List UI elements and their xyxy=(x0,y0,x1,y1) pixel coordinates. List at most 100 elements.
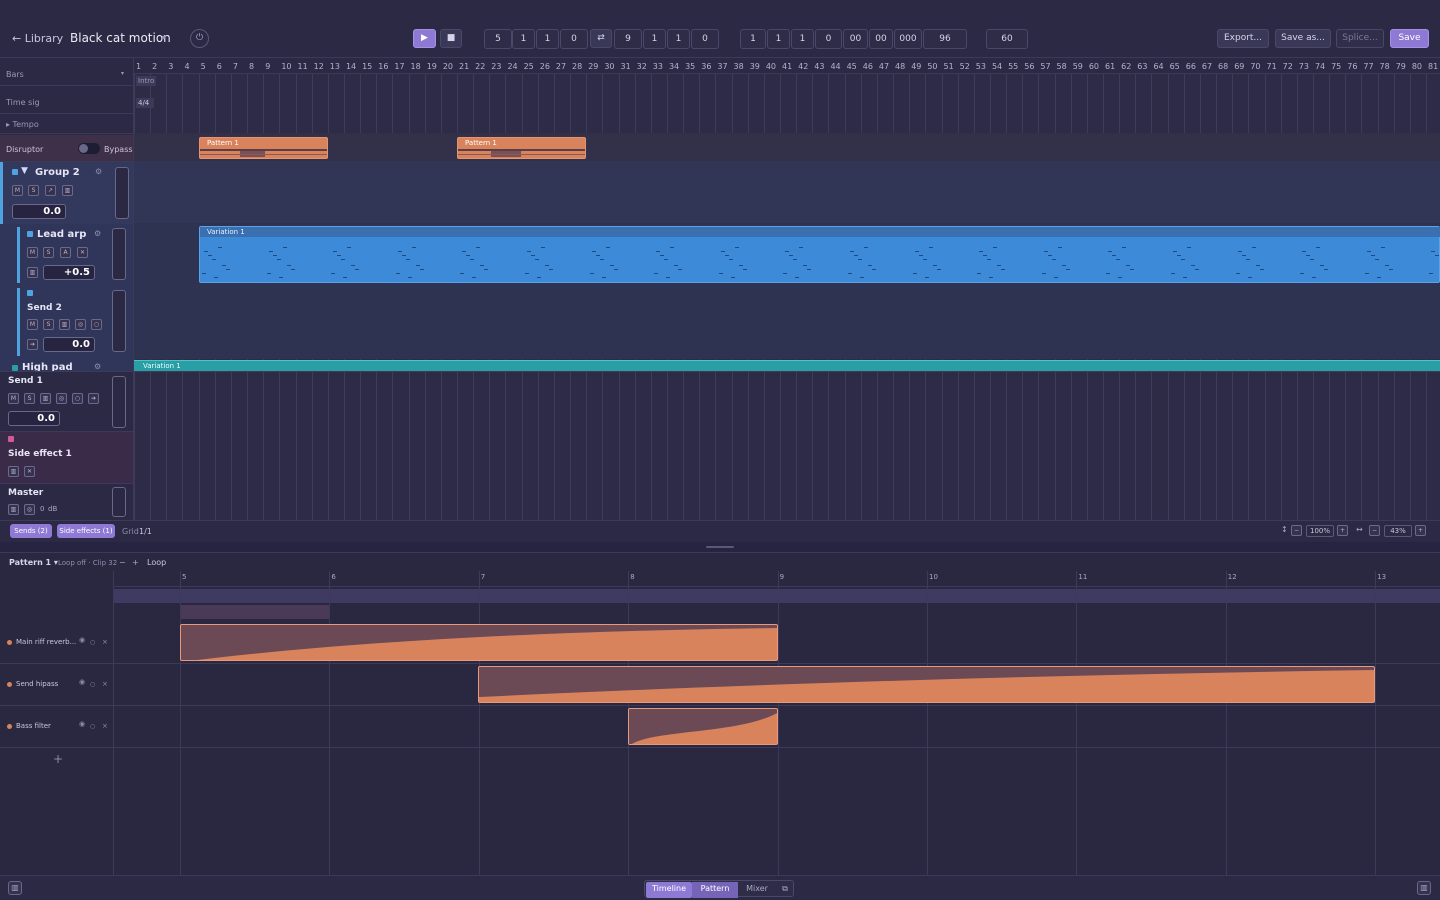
arm-button[interactable]: A xyxy=(60,247,71,258)
ruler-bar-number[interactable]: 77 xyxy=(1363,62,1373,71)
output-button[interactable]: ➔ xyxy=(88,393,99,404)
master-db-value[interactable]: 0 xyxy=(40,505,44,513)
stop-button[interactable]: ■ xyxy=(440,29,462,48)
automation-lane[interactable]: Main riff reverb... ◉ ○ × xyxy=(0,622,1440,664)
settings-gear-icon[interactable]: ⚙ xyxy=(94,229,101,238)
add-lane-button[interactable]: + xyxy=(53,752,63,766)
time-field-6[interactable]: 00 xyxy=(869,29,893,49)
time-field-2[interactable]: 1 xyxy=(767,29,790,49)
solo-button[interactable]: S xyxy=(43,319,54,330)
ruler-bar-number[interactable]: 53 xyxy=(976,62,986,71)
loop-end-sub-field[interactable]: 0 xyxy=(691,29,719,49)
track-name[interactable]: Lead arp xyxy=(37,229,86,240)
send-fader[interactable] xyxy=(112,290,126,352)
ruler-bar-number[interactable]: 46 xyxy=(863,62,873,71)
ruler-bar-number[interactable]: 18 xyxy=(411,62,421,71)
ruler-bar-number[interactable]: 33 xyxy=(653,62,663,71)
route-button[interactable]: ↗ xyxy=(45,185,56,196)
ruler-bar-number[interactable]: 21 xyxy=(459,62,469,71)
variation-clip-lead-arp[interactable]: Variation 1 xyxy=(199,226,1440,283)
pattern-selector[interactable]: Pattern 1 ▾ xyxy=(9,558,58,567)
lane-name[interactable]: Send hipass xyxy=(16,680,58,688)
ruler-bar-number[interactable]: 68 xyxy=(1218,62,1228,71)
editor-ruler-mark[interactable]: 12 xyxy=(1228,573,1237,581)
ruler-bar-number[interactable]: 60 xyxy=(1089,62,1099,71)
position-beat-field[interactable]: 1 xyxy=(512,29,535,49)
lane-close-icon[interactable]: × xyxy=(102,722,108,730)
ruler-bar-number[interactable]: 57 xyxy=(1040,62,1050,71)
ruler-bar-number[interactable]: 45 xyxy=(847,62,857,71)
lane-name[interactable]: Bass filter xyxy=(16,722,51,730)
hzoom-out-button[interactable]: − xyxy=(1369,525,1380,536)
vertical-zoom-value[interactable]: 100% xyxy=(1306,525,1334,537)
ruler-bar-number[interactable]: 73 xyxy=(1299,62,1309,71)
time-field-7[interactable]: 000 xyxy=(894,29,922,49)
ruler-bar-number[interactable]: 37 xyxy=(717,62,727,71)
tempo-row[interactable]: ▸ Tempo xyxy=(0,114,133,134)
bars-caret-icon[interactable]: ▾ xyxy=(121,70,124,77)
fx-button[interactable]: ▥ xyxy=(62,185,73,196)
remove-button[interactable]: ✕ xyxy=(77,247,88,258)
ruler-bar-number[interactable]: 54 xyxy=(992,62,1002,71)
ruler-bar-number[interactable]: 23 xyxy=(491,62,501,71)
track-name[interactable]: Group 2 xyxy=(35,167,80,178)
loop-end-tick-field[interactable]: 1 xyxy=(667,29,690,49)
track-color-swatch[interactable] xyxy=(12,169,18,175)
ruler-bar-number[interactable]: 3 xyxy=(168,62,173,71)
horizontal-zoom-value[interactable]: 43% xyxy=(1384,525,1412,537)
grow-button[interactable]: + xyxy=(132,558,139,567)
ruler-bar-number[interactable]: 74 xyxy=(1315,62,1325,71)
track-send-2[interactable]: Send 2 M S ▥ ◎ ○ ➔ 0.0 xyxy=(0,286,133,358)
export-button[interactable]: Export... xyxy=(1217,29,1269,48)
ruler-bar-number[interactable]: 40 xyxy=(766,62,776,71)
ruler-bar-number[interactable]: 35 xyxy=(685,62,695,71)
tab-timeline[interactable]: Timeline xyxy=(646,882,692,898)
editor-ruler-mark[interactable]: 8 xyxy=(630,573,634,581)
ruler-bar-number[interactable]: 1 xyxy=(136,62,141,71)
ruler-bar-number[interactable]: 28 xyxy=(572,62,582,71)
volume-value[interactable]: +0.5 xyxy=(43,265,95,280)
ruler-bar-number[interactable]: 7 xyxy=(233,62,238,71)
automation-clip[interactable] xyxy=(628,708,778,745)
lane-record-icon[interactable]: ◉ xyxy=(79,720,85,728)
ruler-bar-number[interactable]: 36 xyxy=(701,62,711,71)
track-master[interactable]: Master ▥ ◎ 0 dB xyxy=(0,483,133,520)
ruler-bar-number[interactable]: 67 xyxy=(1202,62,1212,71)
automation-lane[interactable]: Bass filter ◉ ○ × xyxy=(0,706,1440,748)
ruler-bar-number[interactable]: 64 xyxy=(1153,62,1163,71)
ruler-bar-number[interactable]: 44 xyxy=(830,62,840,71)
solo-button[interactable]: S xyxy=(43,247,54,258)
tempo-field[interactable]: 60 xyxy=(986,29,1028,49)
pre-fader-button[interactable]: ◎ xyxy=(56,393,67,404)
ruler-bar-number[interactable]: 65 xyxy=(1170,62,1180,71)
automation-lane[interactable]: Send hipass ◉ ○ × xyxy=(0,664,1440,706)
ruler-bar-number[interactable]: 62 xyxy=(1121,62,1131,71)
ruler-bar-number[interactable]: 6 xyxy=(217,62,222,71)
collapse-triangle-icon[interactable]: ▼ xyxy=(21,166,28,176)
ruler-bar-number[interactable]: 24 xyxy=(507,62,517,71)
ruler-bar-number[interactable]: 49 xyxy=(911,62,921,71)
ruler-bar-number[interactable]: 80 xyxy=(1412,62,1422,71)
fx-button[interactable]: ▥ xyxy=(8,504,19,515)
track-color-swatch[interactable] xyxy=(27,290,33,296)
ruler-bar-number[interactable]: 14 xyxy=(346,62,356,71)
loop-end-beat-field[interactable]: 1 xyxy=(643,29,666,49)
track-name[interactable]: Master xyxy=(8,488,43,498)
mute-button[interactable]: M xyxy=(8,393,19,404)
ruler-bar-number[interactable]: 43 xyxy=(814,62,824,71)
ruler-bar-number[interactable]: 66 xyxy=(1186,62,1196,71)
lane-power-icon[interactable]: ○ xyxy=(90,723,95,730)
resize-handle-icon[interactable] xyxy=(706,546,734,548)
ruler-bar-number[interactable]: 63 xyxy=(1137,62,1147,71)
splice-button[interactable]: Splice... xyxy=(1336,29,1384,48)
ruler-bar-number[interactable]: 31 xyxy=(621,62,631,71)
editor-ruler-mark[interactable]: 13 xyxy=(1377,573,1386,581)
track-name[interactable]: High pad xyxy=(22,362,73,371)
ruler-bar-number[interactable]: 13 xyxy=(330,62,340,71)
save-button[interactable]: Save xyxy=(1390,29,1429,48)
ruler-bar-number[interactable]: 4 xyxy=(184,62,189,71)
editor-ruler-mark[interactable]: 10 xyxy=(929,573,938,581)
ruler-bar-number[interactable]: 47 xyxy=(879,62,889,71)
sends-toggle-button[interactable]: Sends (2) xyxy=(10,524,52,538)
ruler-bar-number[interactable]: 5 xyxy=(201,62,206,71)
